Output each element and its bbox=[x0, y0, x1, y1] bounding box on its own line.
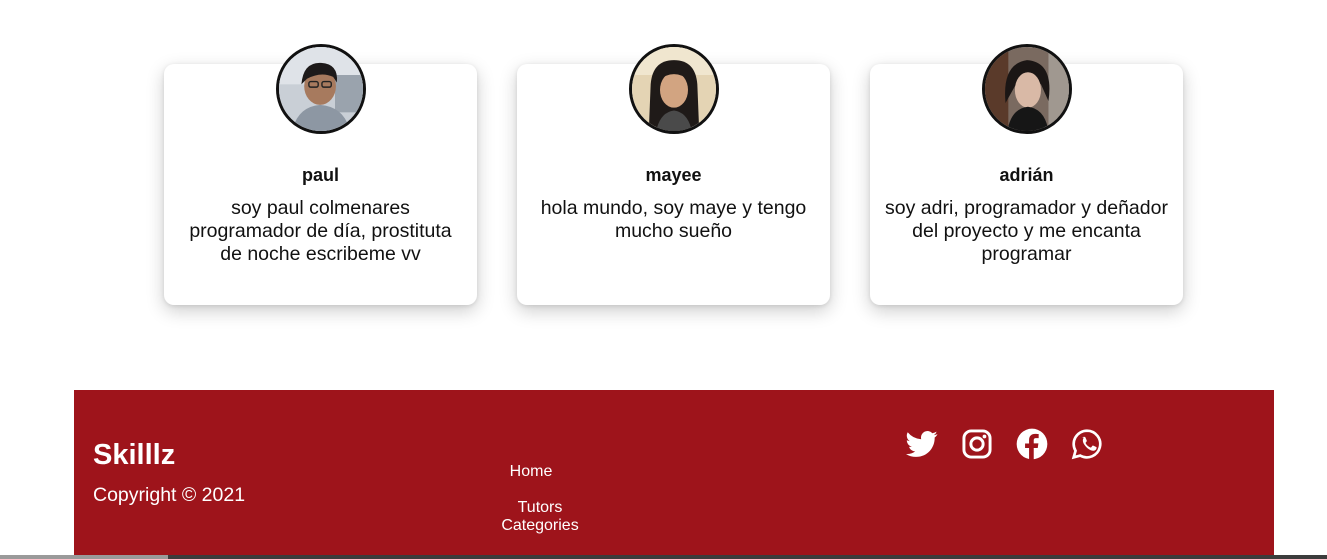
footer-copyright: Copyright © 2021 bbox=[93, 484, 246, 506]
footer-link-home[interactable]: Home bbox=[481, 463, 581, 481]
team-member-name: adrián bbox=[999, 165, 1054, 185]
site-footer: Skilllz Copyright © 2021 Home Tutors Cat… bbox=[74, 390, 1274, 559]
whatsapp-icon[interactable] bbox=[1071, 428, 1103, 460]
team-member-bio: soy paul colmenares programador de día, … bbox=[189, 197, 452, 265]
page: paul soy paul colmenares programador de … bbox=[0, 0, 1327, 559]
footer-link-tutors-categories[interactable]: Tutors Categories bbox=[490, 499, 590, 535]
team-member-bio: soy adri, programador y deñador del proy… bbox=[885, 197, 1168, 265]
social-links bbox=[906, 428, 1103, 460]
avatar-adrian-image bbox=[984, 47, 1069, 131]
footer-nav: Home Tutors Categories bbox=[490, 463, 590, 535]
team-member-bio: hola mundo, soy maye y tengo mucho sueño bbox=[540, 197, 807, 242]
team-card-paul: paul soy paul colmenares programador de … bbox=[164, 44, 477, 305]
bottom-edge-bar bbox=[0, 555, 1327, 559]
avatar-adrian bbox=[981, 44, 1072, 134]
twitter-icon[interactable] bbox=[906, 428, 938, 460]
avatar-paul bbox=[275, 44, 366, 134]
footer-brand: Skilllz bbox=[93, 439, 176, 471]
team-card-adrian: adrián soy adri, programador y deñador d… bbox=[870, 44, 1183, 305]
avatar-mayee-image bbox=[631, 47, 716, 131]
instagram-icon[interactable] bbox=[961, 428, 993, 460]
facebook-icon[interactable] bbox=[1016, 428, 1048, 460]
bottom-edge-scroll-thumb[interactable] bbox=[0, 555, 168, 559]
avatar-mayee bbox=[628, 44, 719, 134]
avatar-paul-image bbox=[278, 47, 363, 131]
team-card-mayee: mayee hola mundo, soy maye y tengo mucho… bbox=[517, 44, 830, 305]
team-member-name: paul bbox=[301, 165, 339, 185]
team-member-name: mayee bbox=[645, 165, 702, 185]
